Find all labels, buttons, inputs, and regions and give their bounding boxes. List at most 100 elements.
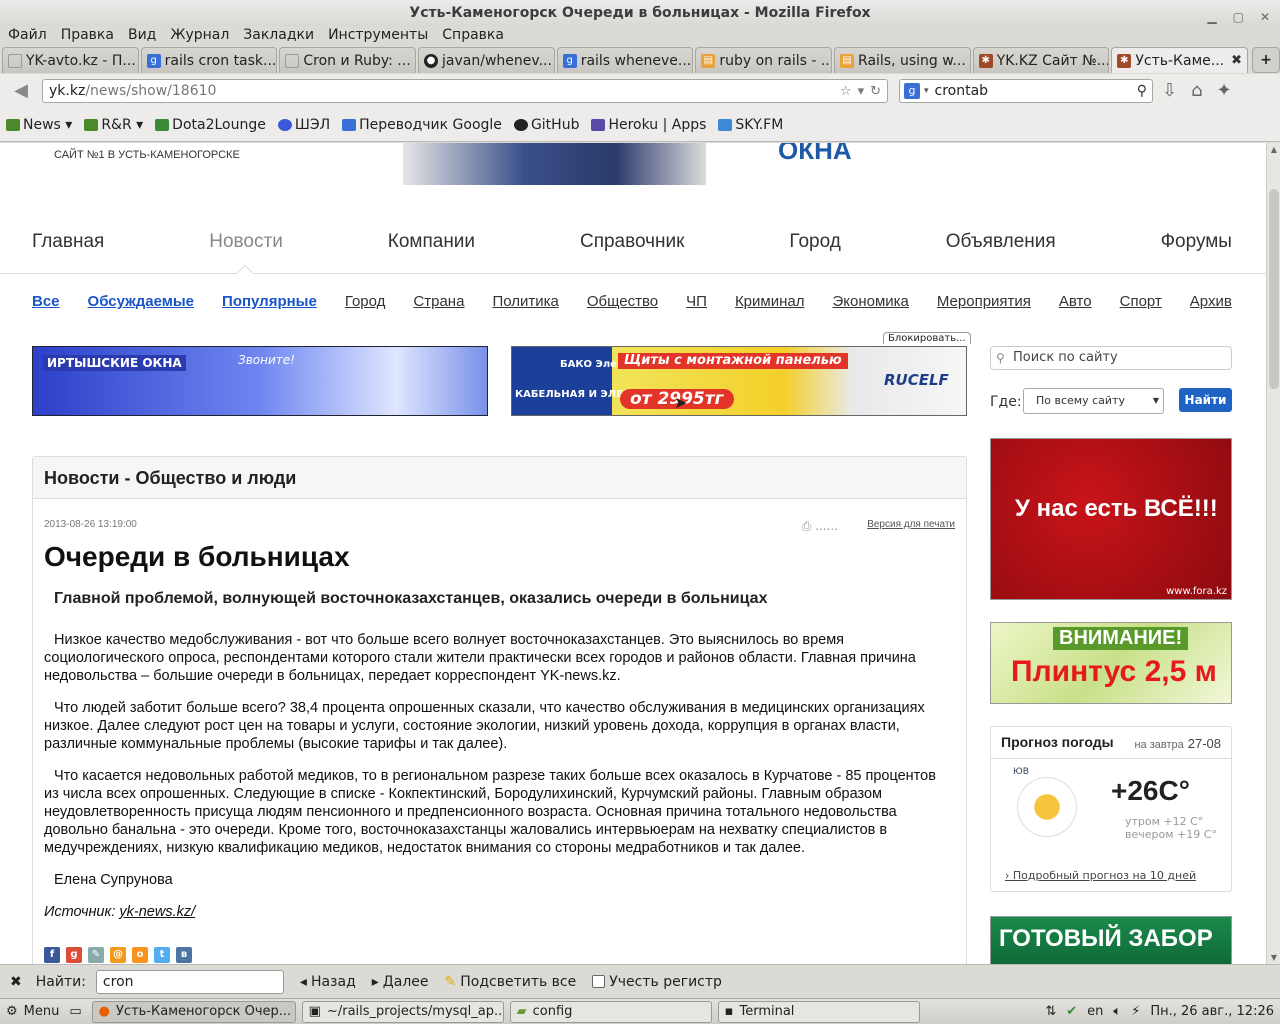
browser-tab[interactable]: g rails cron task... [140,47,278,73]
close-tab-icon[interactable]: ✖ [1231,53,1242,68]
main-nav-forums[interactable]: Форумы [1161,231,1232,253]
source-link[interactable]: yk-news.kz/ [119,904,195,920]
bookmark-skyfm[interactable]: SKY.FM [718,117,783,133]
menu-tools[interactable]: Инструменты [324,26,432,46]
taskbar-item-folder[interactable]: ▰ config [509,1000,712,1023]
power-icon[interactable]: ⚡︎ [1131,1004,1140,1019]
home-icon[interactable]: ⌂ [1191,80,1202,101]
twitter-icon[interactable]: t [154,947,170,963]
keyboard-layout[interactable]: en [1087,1004,1103,1019]
browser-tab[interactable]: Cron и Ruby: ... [279,47,417,73]
subnav-country[interactable]: Страна [413,293,464,310]
bookmark-google-translate[interactable]: Переводчик Google [342,117,502,133]
subnav-city[interactable]: Город [345,293,386,310]
subnav-economy[interactable]: Экономика [832,293,908,310]
subnav-popular[interactable]: Популярные [222,293,317,310]
addon-icon[interactable]: ✦ [1217,80,1232,101]
highlight-all-button[interactable]: ✎ Подсветить все [445,974,577,990]
side-ad-fora[interactable]: У нас есть ВСЁ!!! www.fora.kz [990,438,1232,600]
volume-icon[interactable]: 🔈︎ [1113,1004,1121,1019]
side-ad-plinth[interactable]: ВНИМАНИЕ! Плинтус 2,5 м [990,622,1232,704]
match-case-checkbox[interactable]: Учесть регистр [592,974,722,990]
clock[interactable]: Пн., 26 авг., 12:26 [1150,1004,1274,1019]
subnav-discussed[interactable]: Обсуждаемые [88,293,195,310]
site-search-button[interactable]: Найти [1179,388,1232,412]
find-prev-button[interactable]: ◂ Назад [300,974,356,990]
browser-tab-active[interactable]: ✱ Усть-Каме... ✖ [1111,47,1249,73]
show-desktop-icon[interactable]: ▭ [69,1004,81,1019]
search-scope-select[interactable]: По всему сайту ▼ [1023,388,1164,414]
subnav-auto[interactable]: Авто [1059,293,1092,310]
main-nav-news[interactable]: Новости [209,231,283,253]
main-nav-city[interactable]: Город [789,231,840,253]
browser-tab[interactable]: ▤ Rails, using w... [834,47,971,73]
taskbar-item-firefox[interactable]: ● Усть-Каменогорск Очер... [91,1000,296,1023]
ad-banner-windows[interactable]: ИРТЫШСКИЕ ОКНА Звоните! [32,346,488,416]
browser-tab[interactable]: ✱ YK.KZ Сайт №... [972,47,1110,73]
print-version-link[interactable]: Версия для печати [867,519,955,530]
menu-view[interactable]: Вид [124,26,160,46]
back-arrow-icon[interactable]: ◀ [6,78,36,104]
bookmark-shel[interactable]: ШЭЛ [277,117,330,133]
page-scrollbar[interactable]: ▲ ▼ [1266,143,1280,964]
main-nav-companies[interactable]: Компании [388,231,475,253]
header-banner-image[interactable] [403,143,706,185]
browser-tab[interactable]: ● javan/whenev... [418,47,555,73]
printer-icon[interactable]: ⎙ ...... [802,519,838,534]
menu-file[interactable]: Файл [4,26,51,46]
search-bar[interactable]: g ▾ crontab ⚲ [899,79,1153,103]
browser-tab[interactable]: g rails wheneve... [556,47,694,73]
search-input[interactable]: crontab [935,83,989,99]
shield-icon[interactable]: ✔ [1066,1004,1077,1019]
search-icon[interactable]: ⚲ [1137,83,1147,99]
download-icon[interactable]: ⇩ [1162,80,1177,101]
main-nav-ads[interactable]: Объявления [946,231,1056,253]
livejournal-icon[interactable]: ✎ [88,947,104,963]
subnav-archive[interactable]: Архив [1190,293,1232,310]
mailru-icon[interactable]: @ [110,947,126,963]
menu-bookmarks[interactable]: Закладки [239,26,318,46]
browser-tab[interactable]: ▤ ruby on rails - ... [695,47,833,73]
subnav-sport[interactable]: Спорт [1120,293,1162,310]
browser-tab[interactable]: YK-avto.kz - П... [2,47,139,73]
facebook-icon[interactable]: f [44,947,60,963]
bookmark-star-icon[interactable]: ☆ [840,84,852,99]
site-search-input[interactable]: ⚲ Поиск по сайту [990,346,1232,370]
url-bar[interactable]: yk.kz/news/show/18610 ☆ ▾ ↻ [42,79,888,103]
bookmark-folder-rr[interactable]: R&R ▾ [84,117,143,133]
menu-edit[interactable]: Правка [57,26,118,46]
scroll-down-icon[interactable]: ▼ [1267,953,1280,962]
find-next-button[interactable]: ▸ Далее [372,974,429,990]
weather-forecast-link[interactable]: › Подробный прогноз на 10 дней [1005,869,1196,882]
block-ad-button[interactable]: Блокировать... [883,332,971,344]
engine-dropdown-icon[interactable]: ▾ [924,86,929,96]
find-input[interactable]: cron [95,969,284,994]
history-dropdown-icon[interactable]: ▾ [858,84,865,99]
subnav-all[interactable]: Все [32,293,60,310]
bookmark-dota2lounge[interactable]: Dota2Lounge [155,117,266,133]
subnav-society[interactable]: Общество [587,293,658,310]
bookmark-heroku[interactable]: Heroku | Apps [591,117,706,133]
google-icon[interactable]: g [66,947,82,963]
bookmark-folder-news[interactable]: News ▾ [6,117,72,133]
scrollbar-thumb[interactable] [1269,189,1279,389]
close-findbar-icon[interactable]: ✖ [10,974,22,990]
main-nav-home[interactable]: Главная [32,231,104,253]
taskbar-item-terminal[interactable]: ▪ Terminal [717,1000,920,1023]
menu-history[interactable]: Журнал [166,26,233,46]
vkontakte-icon[interactable]: в [176,947,192,963]
reload-icon[interactable]: ↻ [870,84,881,99]
side-ad-fence[interactable]: ГОТОВЫЙ ЗАБОР [990,916,1232,964]
menu-help[interactable]: Справка [438,26,508,46]
taskbar-item-editor[interactable]: ▣ ~/rails_projects/mysql_ap... [301,1000,504,1023]
start-menu-button[interactable]: ⚙ Menu [6,1004,59,1019]
network-icon[interactable]: ⇅ [1045,1004,1056,1019]
scroll-up-icon[interactable]: ▲ [1267,145,1280,154]
bookmark-github[interactable]: GitHub [513,117,579,133]
new-tab-button[interactable]: + [1252,47,1280,73]
subnav-incidents[interactable]: ЧП [686,293,707,310]
subnav-politics[interactable]: Политика [492,293,558,310]
subnav-crime[interactable]: Криминал [735,293,805,310]
subnav-events[interactable]: Мероприятия [937,293,1031,310]
odnoklassniki-icon[interactable]: о [132,947,148,963]
